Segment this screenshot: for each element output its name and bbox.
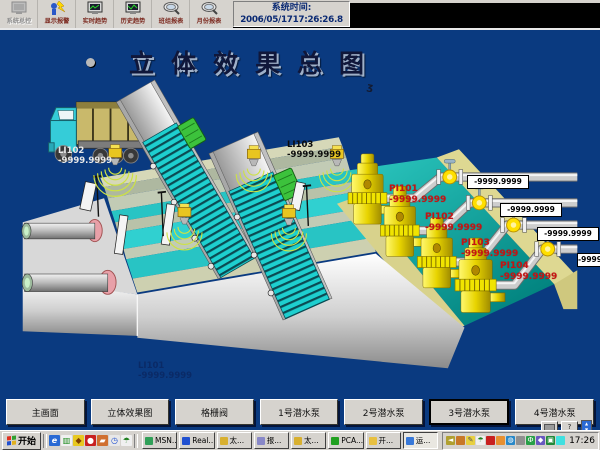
quick-launch: e ▥ ◆ ● ▰ ◷ ☂ [49, 435, 132, 446]
realtime-trend-icon [86, 1, 104, 17]
tray-globe-icon[interactable]: ◍ [506, 436, 515, 445]
paint-icon[interactable]: ▰ [97, 435, 108, 446]
tray-note-icon[interactable]: ✎ [466, 436, 475, 445]
tray-gray-icon[interactable] [516, 436, 525, 445]
shift-report-icon [162, 1, 180, 17]
task-doc3[interactable]: 太... [291, 432, 326, 449]
monthly-report-button[interactable]: 月份报表 [190, 0, 228, 28]
nav-screen-valve-button[interactable]: 格栅阀 [175, 399, 254, 425]
toolbar-button-label: 显示报警 [44, 17, 69, 25]
system-time-value: 2006/05/1717:26:26.8 [234, 15, 349, 26]
volume-icon[interactable]: ◄ [446, 436, 455, 445]
clock-app-icon[interactable]: ◷ [109, 435, 120, 446]
tray-app-icon[interactable] [456, 436, 465, 445]
document-icon [294, 437, 302, 445]
task-folder[interactable]: 开... [366, 432, 401, 449]
toolbar-button-label: 系统总控 [6, 17, 31, 25]
windows-taskbar: 开始 e ▥ ◆ ● ▰ ◷ ☂ MSN... Real... 太... 报..… [0, 430, 600, 450]
tray-monitor-icon[interactable]: ▣ [546, 436, 555, 445]
task-doc2[interactable]: 报... [254, 432, 289, 449]
red-app-icon[interactable]: ● [85, 435, 96, 446]
folder-icon [369, 437, 377, 445]
system-tray: ◄ ✎ ☂ ◍ Ф ◆ ▣ 17:26 [442, 432, 599, 450]
task-realplayer[interactable]: Real... [179, 432, 214, 449]
monthly-report-icon [200, 1, 218, 17]
show-alarms-button[interactable]: 显示报警 [38, 0, 76, 28]
tray-umbrella-icon[interactable]: ☂ [476, 436, 485, 445]
tray-green-icon[interactable]: Ф [526, 436, 535, 445]
nav-pump1-button[interactable]: 1号潜水泵 [260, 399, 339, 425]
msn-icon [145, 437, 153, 445]
chart-icon[interactable]: ▥ [61, 435, 72, 446]
taskbar-divider [43, 434, 47, 448]
toolbar-button-label: 历史趋势 [120, 17, 145, 25]
task-buttons: MSN... Real... 太... 报... 太... PCA... 开..… [142, 432, 440, 449]
task-runtime[interactable]: 运... [403, 432, 438, 449]
plant-overview-scene: 立体效果总图 ʒ LI102 -9999.9999 LI103 -9999.99… [0, 30, 600, 396]
tray-red-icon[interactable] [486, 436, 495, 445]
document-icon [220, 437, 228, 445]
task-doc1[interactable]: 太... [217, 432, 252, 449]
umbrella-icon[interactable]: ☂ [121, 435, 132, 446]
shield-icon[interactable]: ◆ [73, 435, 84, 446]
tray-diamond-icon[interactable]: ◆ [536, 436, 545, 445]
inlet-pipe-lower [22, 270, 116, 294]
alarm-lightning-icon [48, 1, 66, 17]
toolbar: 系统总控 显示报警 实时趋势 历史趋势 [0, 0, 600, 30]
realplayer-icon [182, 437, 190, 445]
nav-main-screen-button[interactable]: 主画面 [6, 399, 85, 425]
history-trend-icon [124, 1, 142, 17]
tray-active-icon[interactable] [556, 436, 565, 445]
scada-window: 系统总控 显示报警 实时趋势 历史趋势 [0, 0, 600, 450]
toolbar-button-label: 月份报表 [197, 17, 222, 25]
document-icon [257, 437, 265, 445]
pca-icon [331, 437, 339, 445]
tray-orange-icon[interactable] [496, 436, 505, 445]
task-pca[interactable]: PCA... [328, 432, 363, 449]
toolbar-button-label: 班组报表 [158, 17, 183, 25]
shift-report-button[interactable]: 班组报表 [152, 0, 190, 28]
page-nav-bar: 主画面 立体效果图 格栅阀 1号潜水泵 2号潜水泵 3号潜水泵 4号潜水泵 ? … [0, 396, 600, 430]
start-button[interactable]: 开始 [2, 432, 41, 450]
task-msn[interactable]: MSN... [142, 432, 177, 449]
ie-icon[interactable]: e [49, 435, 60, 446]
start-label: 开始 [18, 434, 36, 447]
plant-scene-svg [0, 30, 600, 396]
realtime-trend-button[interactable]: 实时趋势 [76, 0, 114, 28]
system-time-panel: 系统时间: 2006/05/1717:26:26.8 [233, 1, 350, 27]
toolbar-buttons: 系统总控 显示报警 实时趋势 历史趋势 [0, 0, 233, 28]
nav-pump2-button[interactable]: 2号潜水泵 [344, 399, 423, 425]
nav-pump3-button[interactable]: 3号潜水泵 [429, 399, 510, 425]
system-time-label: 系统时间: [234, 2, 349, 15]
taskbar-divider [134, 434, 138, 448]
system-monitor-icon [10, 1, 28, 17]
system-control-button[interactable]: 系统总控 [0, 0, 38, 28]
taskbar-clock: 17:26 [569, 436, 595, 446]
runtime-icon [406, 437, 414, 445]
toolbar-button-label: 实时趋势 [82, 17, 107, 25]
windows-logo-icon [7, 436, 16, 446]
nav-3d-overview-button[interactable]: 立体效果图 [91, 399, 170, 425]
history-trend-button[interactable]: 历史趋势 [114, 0, 152, 28]
